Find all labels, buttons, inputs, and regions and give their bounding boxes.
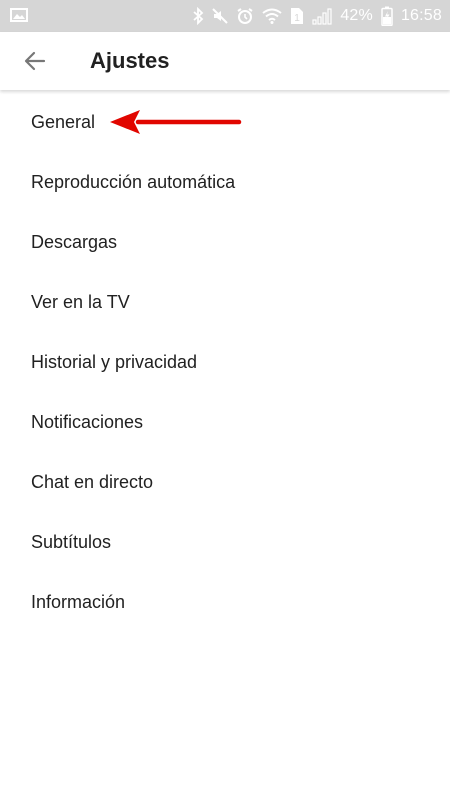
svg-text:1: 1 [295, 13, 301, 24]
wifi-icon [262, 8, 282, 24]
back-button[interactable] [18, 45, 52, 77]
settings-item-captions[interactable]: Subtítulos [0, 512, 450, 572]
sim-icon: 1 [290, 7, 304, 25]
status-bar-right: 1 42% 16:58 [192, 0, 442, 32]
settings-item-autoplay[interactable]: Reproducción automática [0, 152, 450, 212]
settings-item-label: Subtítulos [31, 531, 112, 552]
image-icon [10, 7, 28, 23]
settings-item-label: Reproducción automática [31, 171, 236, 192]
app-bar: Ajustes [0, 32, 450, 90]
battery-percent: 42% [340, 7, 373, 24]
settings-item-history-privacy[interactable]: Historial y privacidad [0, 332, 450, 392]
clock: 16:58 [400, 7, 442, 24]
alarm-icon [236, 7, 254, 25]
settings-item-about[interactable]: Información [0, 572, 450, 632]
mute-icon [212, 8, 229, 24]
settings-item-downloads[interactable]: Descargas [0, 212, 450, 272]
page-title: Ajustes [90, 48, 170, 73]
settings-item-label: Información [31, 591, 126, 612]
settings-item-label: Descargas [31, 231, 118, 252]
red-arrow-left-icon [108, 108, 242, 136]
battery-charging-icon [381, 6, 393, 26]
bluetooth-icon [192, 7, 204, 25]
status-bar-left [10, 7, 28, 27]
settings-item-label: Ver en la TV [31, 291, 130, 312]
settings-item-label: Historial y privacidad [31, 351, 198, 372]
settings-item-label: General [31, 111, 96, 132]
settings-item-live-chat[interactable]: Chat en directo [0, 452, 450, 512]
settings-item-notifications[interactable]: Notificaciones [0, 392, 450, 452]
status-bar: 1 42% 16:58 [0, 0, 450, 32]
signal-icon [312, 7, 332, 25]
arrow-left-icon [23, 49, 47, 73]
settings-item-label: Chat en directo [31, 471, 154, 492]
settings-item-watch-on-tv[interactable]: Ver en la TV [0, 272, 450, 332]
settings-item-label: Notificaciones [31, 411, 144, 432]
settings-list: General Reproducción automática Descarga… [0, 92, 450, 632]
